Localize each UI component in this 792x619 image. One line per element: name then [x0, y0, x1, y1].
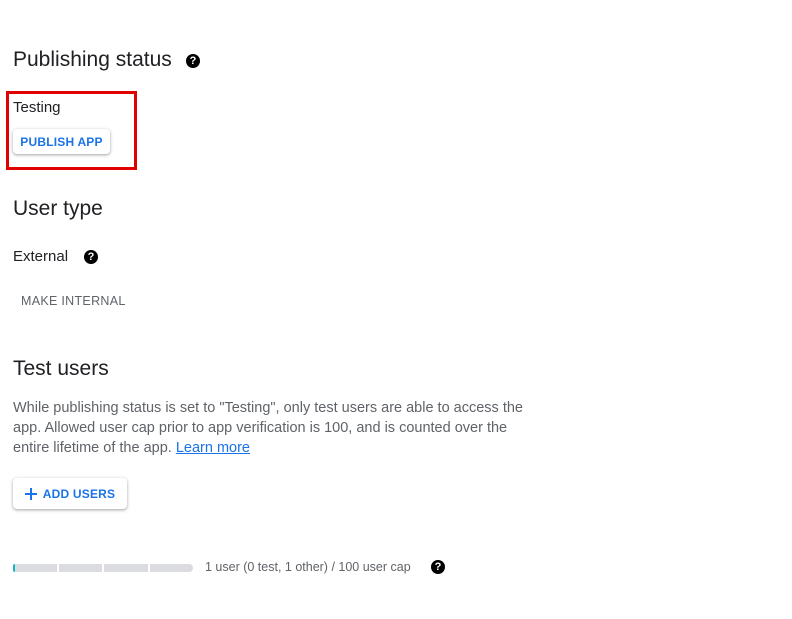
cap-fill: [13, 564, 15, 572]
user-cap-text: 1 user (0 test, 1 other) / 100 user cap: [205, 560, 411, 574]
plus-icon: [24, 487, 37, 500]
cap-segment: [13, 564, 57, 572]
add-users-button[interactable]: ADD USERS: [13, 478, 127, 509]
cap-segment: [104, 564, 148, 572]
user-type-value: External: [13, 248, 69, 265]
user-cap-progress-bar: [13, 564, 193, 572]
publish-app-button[interactable]: PUBLISH APP: [13, 129, 110, 154]
publishing-status-help-icon[interactable]: ?: [186, 54, 200, 68]
user-type-title: User type: [13, 197, 103, 220]
learn-more-link[interactable]: Learn more: [176, 440, 250, 456]
make-internal-button[interactable]: MAKE INTERNAL: [21, 294, 126, 308]
publishing-status-value: Testing: [13, 99, 61, 116]
publishing-status-title: Publishing status: [13, 48, 172, 71]
test-users-description-text: While publishing status is set to "Testi…: [13, 400, 523, 456]
test-users-description: While publishing status is set to "Testi…: [13, 398, 533, 458]
user-type-help-icon[interactable]: ?: [84, 250, 98, 264]
cap-segment: [58, 564, 102, 572]
add-users-label: ADD USERS: [42, 486, 116, 501]
cap-segment: [149, 564, 193, 572]
user-cap-help-icon[interactable]: ?: [431, 560, 445, 574]
test-users-title: Test users: [13, 357, 109, 380]
